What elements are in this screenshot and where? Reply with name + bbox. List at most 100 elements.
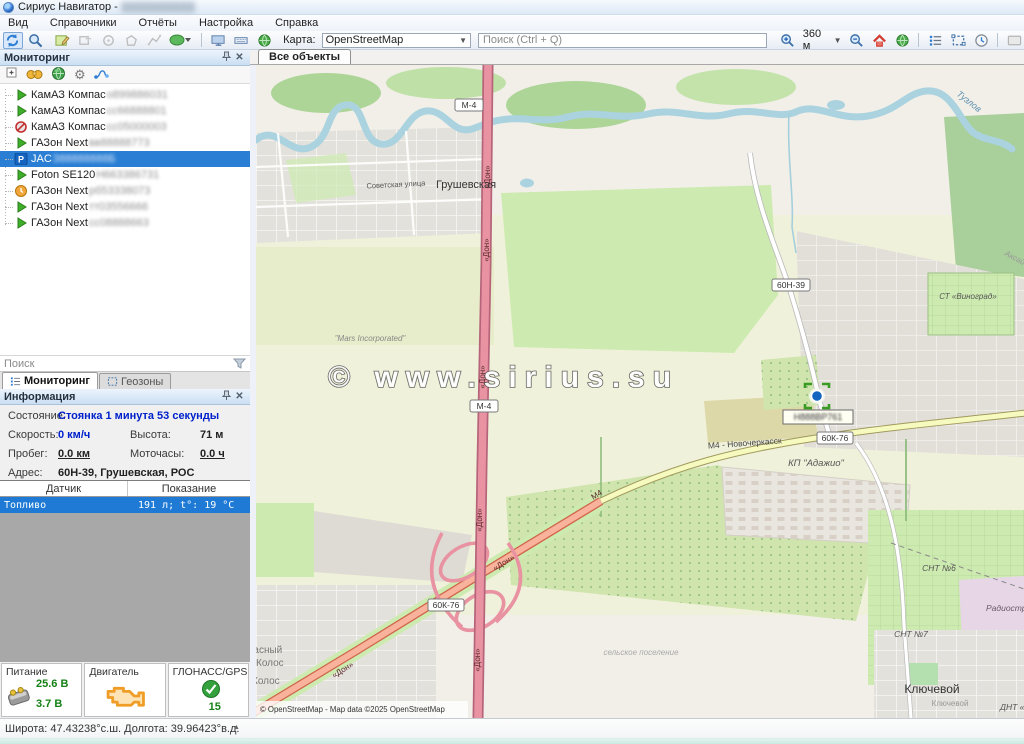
- chevron-down-icon: ▼: [834, 36, 842, 45]
- monitoring-panel-title: Мониторинг: [4, 52, 70, 64]
- power-label: Питание: [6, 666, 47, 678]
- vehicle-name: ГАЗон Next: [31, 201, 88, 213]
- gps-status-icon: [201, 679, 221, 699]
- show-all-on-map-button[interactable]: [51, 66, 66, 84]
- polyline-geozone-button[interactable]: [145, 32, 165, 49]
- vehicle-row[interactable]: КамАЗ Компас сс66888801: [0, 103, 250, 119]
- zoom-in-button[interactable]: [778, 32, 798, 49]
- home-position-button[interactable]: [869, 32, 889, 49]
- sensor-value: 191 л; t°: 19 °C: [128, 500, 250, 511]
- sensor-row-fuel[interactable]: Топливо 191 л; t°: 19 °C: [0, 497, 250, 513]
- zoom-level-select[interactable]: 360 м ▼: [801, 28, 844, 52]
- toolbar-separator: [201, 33, 202, 47]
- gps-box: ГЛОНАСС/GPS 15: [168, 663, 249, 717]
- vehicle-row[interactable]: ГАЗон Next рб53338073: [0, 183, 250, 199]
- status-idle-icon: [14, 185, 28, 197]
- menu-references[interactable]: Справочники: [50, 17, 117, 29]
- circle-geozone-button[interactable]: [99, 32, 119, 49]
- svg-text:P: P: [18, 155, 24, 165]
- menu-help[interactable]: Справка: [275, 17, 318, 29]
- app-window: Сириус Навигатор - ██████████ Вид Справо…: [0, 0, 1024, 744]
- refresh-button[interactable]: [3, 32, 23, 49]
- zoom-out-button[interactable]: [847, 32, 867, 49]
- panel-view-button[interactable]: [231, 32, 251, 49]
- menu-reports[interactable]: Отчёты: [139, 17, 177, 29]
- pin-icon[interactable]: [220, 51, 233, 65]
- add-geozone-icon: [78, 33, 93, 48]
- hours-value[interactable]: 0.0 ч: [200, 448, 225, 460]
- title-bar: Сириус Навигатор - ██████████: [0, 0, 1024, 15]
- chevron-down-icon: ▼: [459, 36, 467, 45]
- tab-all-objects[interactable]: Все объекты: [258, 49, 351, 64]
- vehicle-name: Foton SE120: [31, 169, 95, 181]
- svg-text:60Н-39: 60Н-39: [777, 280, 805, 290]
- vehicle-search-input[interactable]: Поиск: [0, 355, 250, 372]
- close-icon[interactable]: ✕: [233, 52, 246, 63]
- statusbar-strip: [0, 738, 1024, 744]
- expand-all-button[interactable]: [6, 67, 18, 82]
- map-tab-strip: Все объекты: [250, 50, 1024, 65]
- magnifier-icon: [28, 33, 43, 48]
- home-icon: [872, 33, 887, 48]
- search-object-button[interactable]: [26, 32, 46, 49]
- track-button[interactable]: [167, 32, 195, 49]
- vehicle-row[interactable]: ГАЗон Next тт03556666: [0, 199, 250, 215]
- status-moving-icon: [14, 169, 28, 181]
- track-icon: [169, 33, 193, 47]
- sensor-col-value[interactable]: Показание: [128, 481, 250, 496]
- filter-icon[interactable]: [233, 358, 246, 370]
- vehicle-row[interactable]: КамАЗ Компас о899886031: [0, 87, 250, 103]
- geozone-icon: [107, 376, 118, 387]
- legend-button[interactable]: [925, 32, 945, 49]
- online-map-button[interactable]: [892, 32, 912, 49]
- history-button[interactable]: [971, 32, 991, 49]
- state-value: Стоянка 1 минута 53 секунды: [58, 410, 219, 422]
- power-voltage-backup: 3.7 В: [36, 698, 62, 710]
- town-label-krasny: Красный: [256, 645, 282, 656]
- menu-view[interactable]: Вид: [8, 17, 28, 29]
- vehicle-plate: рб53338073: [89, 185, 150, 197]
- globe-icon: [51, 66, 66, 81]
- vehicle-row[interactable]: ГАЗон Next сс08888663: [0, 215, 250, 231]
- vehicle-name: ГАЗон Next: [31, 137, 88, 149]
- edit-map-button[interactable]: [53, 32, 73, 49]
- altitude-value: 71 м: [200, 429, 223, 441]
- fullscreen-button[interactable]: [1004, 32, 1024, 49]
- mileage-value[interactable]: 0.0 км: [58, 448, 90, 460]
- find-object-button[interactable]: [26, 67, 43, 83]
- vehicle-row[interactable]: Foton SE120 Н663386731: [0, 167, 250, 183]
- add-geozone-button[interactable]: [76, 32, 96, 49]
- select-area-button[interactable]: [948, 32, 968, 49]
- map-provider-value: OpenStreetMap: [326, 34, 404, 46]
- status-moving-icon: [14, 105, 28, 117]
- sensor-col-name[interactable]: Датчик: [0, 481, 128, 496]
- web-map-button[interactable]: [254, 32, 274, 49]
- shield-m4-mid: М-4: [470, 400, 498, 412]
- vehicle-row-selected[interactable]: P JAC З88888888Б: [0, 151, 250, 167]
- map-provider-select[interactable]: OpenStreetMap ▼: [322, 33, 471, 48]
- statusbar-expander[interactable]: ▲: [233, 724, 240, 731]
- map-canvas[interactable]: «Дон» «Дон» «Дон» «Дон» «Дон» «Дон» «Дон…: [256, 65, 1024, 718]
- vehicle-name: JAC: [31, 153, 52, 165]
- tab-geozones[interactable]: Геозоны: [99, 373, 171, 389]
- polygon-geozone-icon: [124, 33, 139, 48]
- svg-text:М-4: М-4: [477, 401, 492, 411]
- vehicle-row[interactable]: КамАЗ Компас сс05000003: [0, 119, 250, 135]
- polygon-geozone-button[interactable]: [122, 32, 142, 49]
- list-settings-button[interactable]: ⚙: [74, 68, 86, 81]
- road-label-don: «Дон»: [473, 648, 482, 672]
- vehicle-search-placeholder: Поиск: [4, 358, 34, 370]
- panel-icon: [234, 33, 249, 48]
- vehicle-row[interactable]: ГАЗон Next вв88888773: [0, 135, 250, 151]
- area-label-snt7: СНТ №7: [894, 629, 928, 639]
- close-icon[interactable]: ✕: [233, 391, 246, 402]
- monitor-view-button[interactable]: [208, 32, 228, 49]
- vehicle-name: КамАЗ Компас: [31, 105, 106, 117]
- tab-monitoring[interactable]: Мониторинг: [2, 372, 98, 389]
- global-search-input[interactable]: Поиск (Ctrl + Q): [478, 33, 767, 48]
- pin-icon[interactable]: [220, 390, 233, 404]
- vehicle-name: ГАЗон Next: [31, 185, 88, 197]
- menu-settings[interactable]: Настройка: [199, 17, 253, 29]
- routes-button[interactable]: [94, 66, 109, 83]
- gps-satellite-count: 15: [209, 701, 221, 713]
